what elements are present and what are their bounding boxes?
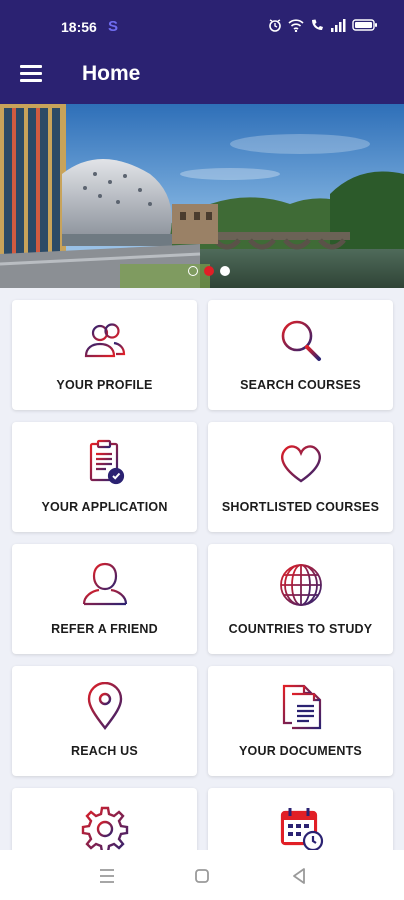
tile-your-documents[interactable]: YOUR DOCUMENTS	[208, 666, 393, 776]
system-nav-bar	[0, 850, 404, 900]
carousel-dot-active[interactable]	[204, 266, 214, 276]
tile-your-profile[interactable]: YOUR PROFILE	[12, 300, 197, 410]
recent-apps-icon[interactable]	[95, 864, 119, 888]
banner-image	[0, 104, 404, 288]
tile-label: YOUR APPLICATION	[41, 500, 168, 514]
tile-label: SEARCH COURSES	[240, 378, 361, 392]
home-icon[interactable]	[190, 864, 214, 888]
status-icons	[268, 18, 378, 37]
tile-countries-to-study[interactable]: COUNTRIES TO STUDY	[208, 544, 393, 654]
tile-shortlisted-courses[interactable]: SHORTLISTED COURSES	[208, 422, 393, 532]
users-icon	[12, 316, 197, 366]
calendar-clock-icon	[208, 804, 393, 854]
tile-label: REFER A FRIEND	[51, 622, 158, 636]
hamburger-menu-icon[interactable]	[20, 65, 44, 87]
battery-icon	[352, 18, 378, 37]
app-indicator: S	[108, 18, 119, 35]
status-bar: 18:56 S	[0, 0, 404, 52]
tile-reach-us[interactable]: REACH US	[12, 666, 197, 776]
tile-refer-a-friend[interactable]: REFER A FRIEND	[12, 544, 197, 654]
signal-icon	[330, 18, 346, 37]
alarm-icon	[268, 18, 282, 37]
search-icon	[208, 316, 393, 366]
documents-icon	[208, 682, 393, 732]
status-time: 18:56	[61, 19, 97, 35]
clipboard-check-icon	[12, 438, 197, 488]
volte-call-icon	[310, 18, 324, 37]
tile-your-application[interactable]: YOUR APPLICATION	[12, 422, 197, 532]
user-icon	[12, 560, 197, 610]
wifi-icon	[288, 18, 304, 37]
tile-label: YOUR PROFILE	[56, 378, 153, 392]
tile-label: SHORTLISTED COURSES	[221, 500, 380, 514]
tile-label: YOUR DOCUMENTS	[239, 744, 362, 758]
carousel-dot[interactable]	[188, 266, 198, 276]
gear-icon	[12, 804, 197, 854]
tile-label: COUNTRIES TO STUDY	[228, 622, 373, 636]
location-pin-icon	[12, 682, 197, 732]
tile-label: REACH US	[71, 744, 138, 758]
back-icon[interactable]	[287, 864, 311, 888]
heart-icon	[208, 438, 393, 488]
tile-search-courses[interactable]: SEARCH COURSES	[208, 300, 393, 410]
carousel-indicators	[0, 266, 404, 276]
globe-icon	[208, 560, 393, 610]
carousel-dot[interactable]	[220, 266, 230, 276]
app-bar: Home	[0, 52, 404, 104]
page-title: Home	[82, 62, 141, 85]
banner-carousel[interactable]	[0, 104, 404, 288]
